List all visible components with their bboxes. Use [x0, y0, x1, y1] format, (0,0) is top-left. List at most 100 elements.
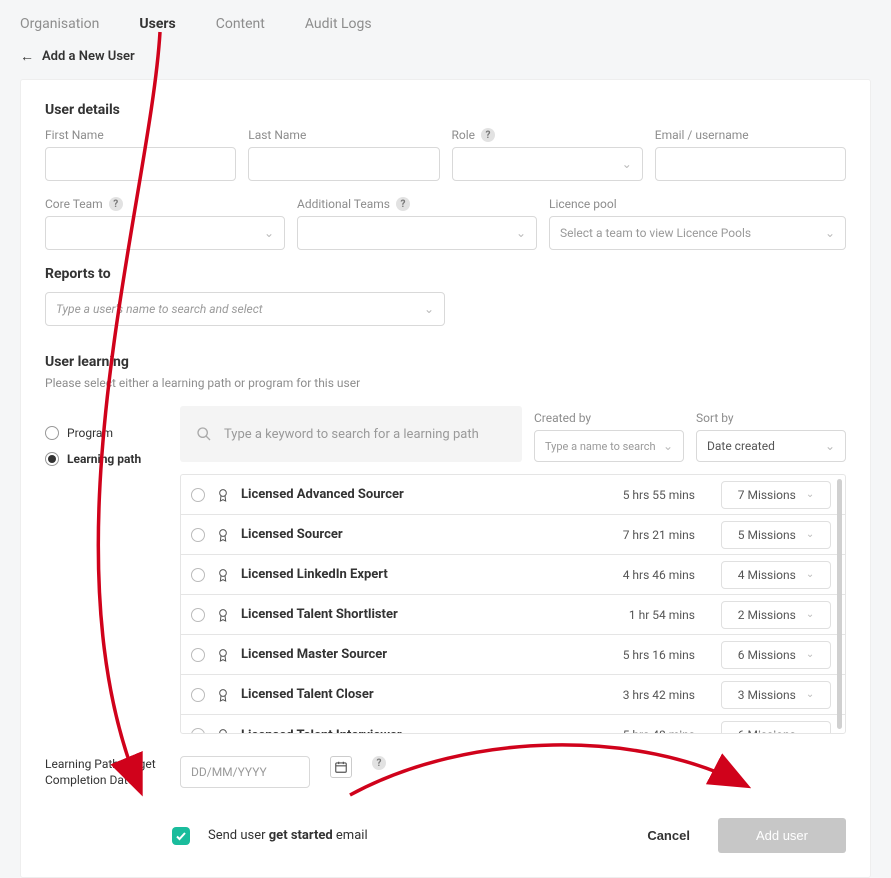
chevron-down-icon: ⌄	[806, 649, 814, 660]
chevron-down-icon: ⌄	[806, 609, 814, 620]
calendar-icon[interactable]	[330, 756, 352, 778]
created-by-label: Created by	[534, 411, 684, 425]
tab-content[interactable]: Content	[216, 16, 265, 32]
learning-path-row[interactable]: Licensed Talent Closer 3 hrs 42 mins 3 Mis…	[181, 675, 845, 715]
learning-path-row[interactable]: Licensed Sourcer7 hrs 21 mins5 Missions⌄	[181, 515, 845, 555]
search-icon	[196, 426, 212, 442]
radio-icon	[45, 452, 59, 466]
chevron-down-icon: ⌄	[806, 689, 814, 700]
learning-path-name: Licensed Master Sourcer	[241, 647, 585, 662]
learning-path-search[interactable]: Type a keyword to search for a learning …	[180, 406, 522, 462]
missions-dropdown[interactable]: 5 Missions⌄	[721, 521, 831, 549]
core-team-select[interactable]: ⌄	[45, 216, 285, 250]
missions-dropdown[interactable]: 6 Missions⌄	[721, 641, 831, 669]
missions-dropdown[interactable]: 7 Missions⌄	[721, 481, 831, 509]
badge-icon	[215, 607, 231, 623]
target-date-label: Learning Path Target Completion Date	[45, 756, 160, 788]
help-icon[interactable]: ?	[396, 197, 410, 211]
learning-path-name: Licensed Advanced Sourcer	[241, 487, 585, 502]
last-name-label: Last Name	[248, 128, 439, 142]
radio-icon	[191, 728, 205, 734]
add-user-card: User details First Name Last Name Role ?…	[20, 79, 871, 878]
learning-path-row[interactable]: Licensed Master Sourcer 5 hrs 16 mins 6 Mi…	[181, 635, 845, 675]
chevron-down-icon: ⌄	[825, 226, 835, 240]
chevron-down-icon: ⌄	[264, 226, 274, 240]
learning-path-name: Licensed LinkedIn Expert	[241, 567, 585, 582]
radio-program[interactable]: Program	[45, 426, 160, 440]
missions-dropdown[interactable]: 4 Missions⌄	[721, 561, 831, 589]
target-date-input[interactable]: DD/MM/YYYY	[180, 756, 310, 788]
licence-pool-label: Licence pool	[549, 197, 846, 211]
learning-path-name: Licensed Talent Interviewer	[241, 728, 585, 735]
reports-to-label: Reports to	[45, 266, 846, 282]
missions-dropdown[interactable]: 2 Missions⌄	[721, 601, 831, 629]
chevron-down-icon: ⌄	[825, 439, 835, 453]
tab-organisation[interactable]: Organisation	[20, 16, 99, 32]
badge-icon	[215, 647, 231, 663]
radio-icon	[191, 648, 205, 662]
badge-icon	[215, 727, 231, 734]
radio-icon	[191, 488, 205, 502]
chevron-down-icon: ⌄	[806, 569, 814, 580]
last-name-input[interactable]	[248, 147, 439, 181]
help-icon[interactable]: ?	[109, 197, 123, 211]
top-tabs: Organisation Users Content Audit Logs	[0, 8, 891, 46]
missions-dropdown[interactable]: 6 Missions⌄	[721, 721, 831, 734]
back-arrow-icon: ←	[20, 48, 34, 65]
user-learning-hint: Please select either a learning path or …	[45, 376, 846, 390]
email-label: Email / username	[655, 128, 846, 142]
first-name-label: First Name	[45, 128, 236, 142]
additional-teams-select[interactable]: ⌄	[297, 216, 537, 250]
radio-icon	[191, 568, 205, 582]
learning-path-duration: 5 hrs 16 mins	[595, 648, 695, 662]
licence-pool-select[interactable]: Select a team to view Licence Pools ⌄	[549, 216, 846, 250]
core-team-label: Core Team ?	[45, 197, 285, 211]
learning-path-duration: 5 hrs 48 mins	[595, 728, 695, 734]
learning-path-duration: 3 hrs 42 mins	[595, 688, 695, 702]
additional-teams-label: Additional Teams ?	[297, 197, 537, 211]
learning-path-row[interactable]: Licensed Talent Shortlister 1 hr 54 mins 2…	[181, 595, 845, 635]
chevron-down-icon: ⌄	[806, 529, 814, 540]
tab-users[interactable]: Users	[139, 16, 175, 32]
learning-path-name: Licensed Talent Closer	[241, 687, 585, 702]
radio-icon	[45, 426, 59, 440]
send-get-started-label: Send user get started email	[208, 828, 368, 843]
reports-to-select[interactable]: Type a user's name to search and select …	[45, 292, 445, 326]
learning-path-list[interactable]: Licensed Advanced Sourcer 5 hrs 55 mins 7 …	[180, 474, 846, 734]
badge-icon	[215, 527, 231, 543]
sort-by-select[interactable]: Date created ⌄	[696, 430, 846, 462]
email-input[interactable]	[655, 147, 846, 181]
learning-path-row[interactable]: Licensed Advanced Sourcer 5 hrs 55 mins 7 …	[181, 475, 845, 515]
send-get-started-checkbox[interactable]	[172, 827, 190, 845]
learning-path-duration: 5 hrs 55 mins	[595, 488, 695, 502]
tab-audit-logs[interactable]: Audit Logs	[305, 16, 372, 32]
learning-path-duration: 7 hrs 21 mins	[595, 528, 695, 542]
created-by-select[interactable]: Type a name to search ⌄	[534, 430, 684, 462]
learning-path-duration: 1 hr 54 mins	[595, 608, 695, 622]
role-select[interactable]: ⌄	[452, 147, 643, 181]
breadcrumb-label: Add a New User	[42, 49, 135, 64]
breadcrumb[interactable]: ← Add a New User	[0, 46, 891, 79]
learning-path-duration: 4 hrs 46 mins	[595, 568, 695, 582]
learning-path-row[interactable]: Licensed Talent Interviewer 5 hrs 48 mins…	[181, 715, 845, 734]
chevron-down-icon: ⌄	[806, 489, 814, 500]
missions-dropdown[interactable]: 3 Missions⌄	[721, 681, 831, 709]
help-icon[interactable]: ?	[372, 756, 386, 770]
badge-icon	[215, 487, 231, 503]
learning-path-row[interactable]: Licensed LinkedIn Expert 4 hrs 46 mins 4 M…	[181, 555, 845, 595]
radio-learning-path[interactable]: Learning path	[45, 452, 160, 466]
section-user-learning: User learning	[45, 354, 846, 370]
cancel-button[interactable]: Cancel	[631, 818, 706, 853]
radio-icon	[191, 608, 205, 622]
learning-path-name: Licensed Talent Shortlister	[241, 607, 585, 622]
first-name-input[interactable]	[45, 147, 236, 181]
chevron-down-icon: ⌄	[663, 439, 673, 453]
chevron-down-icon: ⌄	[516, 226, 526, 240]
chevron-down-icon: ⌄	[424, 302, 434, 316]
badge-icon	[215, 567, 231, 583]
help-icon[interactable]: ?	[481, 128, 495, 142]
chevron-down-icon: ⌄	[622, 157, 632, 171]
chevron-down-icon: ⌄	[806, 730, 814, 735]
radio-icon	[191, 688, 205, 702]
add-user-button[interactable]: Add user	[718, 818, 846, 853]
